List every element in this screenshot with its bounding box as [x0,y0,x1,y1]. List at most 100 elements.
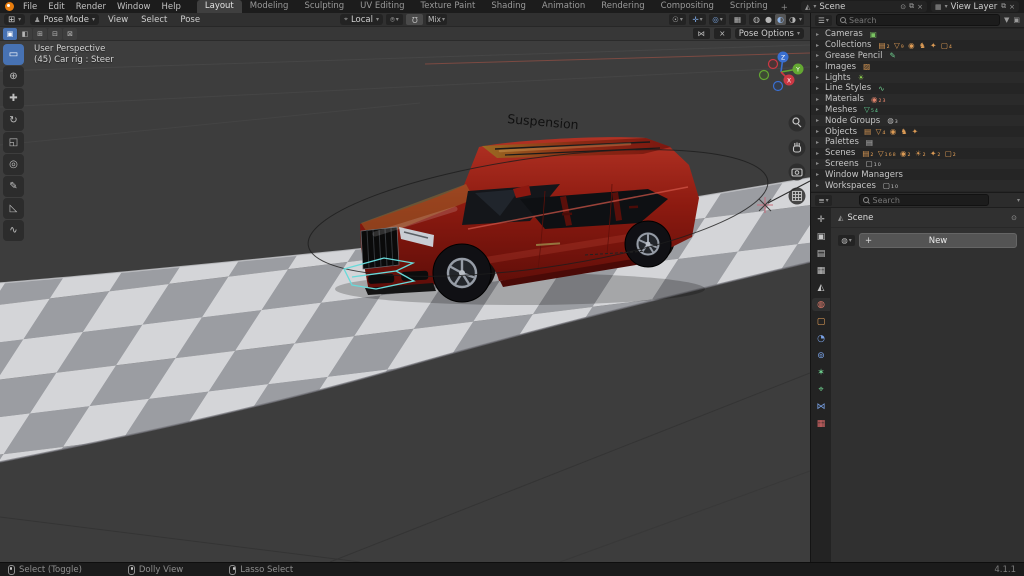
select-mode-button[interactable]: ⊟ [48,27,62,40]
properties-tab[interactable]: ⊚ [812,349,830,362]
expand-icon[interactable]: ▸ [816,139,822,146]
outliner-search-input[interactable] [849,15,996,25]
visibility-dropdown[interactable]: ☉ ▾ [668,14,686,25]
topbar-menu[interactable]: File [18,1,42,13]
outliner-row[interactable]: ▸ Images ▨ [811,61,1024,72]
close-icon[interactable]: × [1009,3,1015,11]
expand-icon[interactable]: ▸ [816,96,822,103]
pan-hand-button[interactable] [788,139,806,157]
chevron-down-icon[interactable]: ▾ [1017,197,1020,204]
workspace-tab[interactable]: Rendering [593,0,652,13]
snap-axis-toggle[interactable]: × [713,28,731,39]
expand-icon[interactable]: ▸ [816,182,822,189]
expand-icon[interactable]: ▸ [816,42,822,49]
expand-icon[interactable]: ▸ [816,31,822,38]
camera-view-button[interactable] [788,163,806,181]
outliner-search[interactable] [836,14,1000,26]
expand-icon[interactable]: ▸ [816,150,822,157]
outliner-row[interactable]: ▸ Scenes ▤₂ ▽₁₆₈ ◉₂ ☀₂ ✦₂ ▢₂ [811,148,1024,159]
expand-icon[interactable]: ▸ [816,85,822,92]
outliner-row[interactable]: ▸ Collections ▤₂ ▽₉ ◉ ♞ ✦ ▢₄ [811,40,1024,51]
properties-tab[interactable]: ▦ [812,264,830,277]
outliner-row[interactable]: ▸ Materials ◉₂₃ [811,94,1024,105]
blender-logo-icon[interactable] [5,2,14,11]
select-mode-button[interactable]: ◧ [18,27,32,40]
filter-icon[interactable]: ▼ [1004,16,1009,24]
properties-tab[interactable]: ▤ [812,247,830,260]
expand-icon[interactable]: ▸ [816,63,822,70]
world-datablock-selector[interactable]: ◍ ▾ [838,235,855,246]
shading-mode-button[interactable]: ● [763,14,774,25]
properties-editor-selector[interactable]: ≡ ▾ [815,194,832,206]
workspace-tab[interactable]: UV Editing [352,0,412,13]
workspace-tab[interactable]: Shading [483,0,534,13]
workspace-tab[interactable]: Layout [196,0,242,13]
properties-tab[interactable]: ▢ [812,315,830,328]
mode-selector[interactable]: ♟ Pose Mode ▾ [30,14,99,25]
outliner-row[interactable]: ▸ Window Managers [811,169,1024,180]
expand-icon[interactable]: ▸ [816,117,822,124]
select-mode-button[interactable]: ⊞ [33,27,47,40]
topbar-menu[interactable]: Edit [43,1,69,13]
select-mode-button[interactable]: ⊠ [63,27,77,40]
expand-icon[interactable]: ▸ [816,52,822,59]
workspace-tab[interactable]: Sculpting [296,0,352,13]
properties-tab[interactable]: ✶ [812,366,830,379]
3d-viewport[interactable]: Suspension Z Y X User Perspective (45) C… [0,41,810,562]
gizmos-toggle[interactable]: ✛ ▾ [688,14,706,25]
properties-tab[interactable]: ⋈ [812,400,830,413]
pin-icon[interactable]: ⊙ [1011,214,1017,222]
copy-view-layer-icon[interactable]: ⧉ [1001,2,1006,11]
expand-icon[interactable]: ▸ [816,128,822,135]
xray-toggle[interactable]: ▦ [728,14,746,25]
outliner-row[interactable]: ▸ Objects ▤ ▽₄ ◉ ♞ ✦ [811,126,1024,137]
zoom-button[interactable] [788,114,806,132]
properties-search[interactable] [859,194,990,206]
perspective-toggle-button[interactable] [788,187,806,205]
workspace-tab[interactable]: Scripting [722,0,776,13]
tool-button[interactable]: ◺ [3,198,24,219]
viewport-menu[interactable]: Select [137,15,171,25]
scene-selector[interactable]: ◭ ▾ Scene ⊙ ⧉ × [801,1,927,12]
workspace-tab[interactable]: Compositing [653,0,722,13]
outliner-row[interactable]: ▸ Node Groups ◍₃ [811,115,1024,126]
workspace-tab[interactable]: Animation [534,0,593,13]
tool-button[interactable]: ◱ [3,132,24,153]
tool-button[interactable]: ◎ [3,154,24,175]
add-workspace-button[interactable]: + [776,3,793,13]
mirror-x-toggle[interactable]: ⋈ [692,28,710,39]
workspace-tab[interactable]: Texture Paint [413,0,484,13]
topbar-menu[interactable]: Help [156,1,185,13]
new-collection-icon[interactable]: ▣ [1013,16,1020,24]
expand-icon[interactable]: ▸ [816,106,822,113]
transform-orientation-selector[interactable]: ⌖ Local ▾ [340,14,383,25]
properties-tab[interactable]: ◍ [812,298,830,311]
properties-tab[interactable]: ▦ [812,417,830,430]
outliner-row[interactable]: ▸ Grease Pencil ✎ [811,51,1024,62]
tool-button[interactable]: ✚ [3,88,24,109]
tool-button[interactable]: ▭ [3,44,24,65]
properties-tab[interactable]: ◭ [812,281,830,294]
outliner-row[interactable]: ▸ Palettes ▤ [811,137,1024,148]
shading-mode-button[interactable]: ◐ [774,14,786,25]
tool-button[interactable]: ∿ [3,220,24,241]
workspace-tab[interactable]: Modeling [242,0,297,13]
tool-button[interactable]: ✎ [3,176,24,197]
close-icon[interactable]: × [917,3,923,11]
select-mode-button[interactable]: ▣ [3,27,17,40]
shading-mode-button[interactable]: ◑ [787,14,798,25]
tool-button[interactable]: ↻ [3,110,24,131]
editor-type-selector[interactable]: ⊞ ▾ [4,14,26,25]
viewport-menu[interactable]: View [104,15,132,25]
properties-tab[interactable]: ✛ [812,213,830,226]
snap-toggle[interactable]: Ω [406,14,423,25]
expand-icon[interactable]: ▸ [816,160,822,167]
overlays-toggle[interactable]: ◎ ▾ [708,14,726,25]
outliner-display-mode-selector[interactable]: ☰ ▾ [815,14,832,26]
copy-scene-icon[interactable]: ⧉ [909,2,914,11]
outliner-row[interactable]: ▸ Meshes ▽₅₄ [811,105,1024,116]
pivot-point-selector[interactable]: ⌾ ▾ [386,14,403,25]
tool-button[interactable]: ⊕ [3,66,24,87]
properties-tab[interactable]: ▣ [812,230,830,243]
view-layer-selector[interactable]: ▦ ▾ View Layer ⧉ × [931,1,1019,12]
